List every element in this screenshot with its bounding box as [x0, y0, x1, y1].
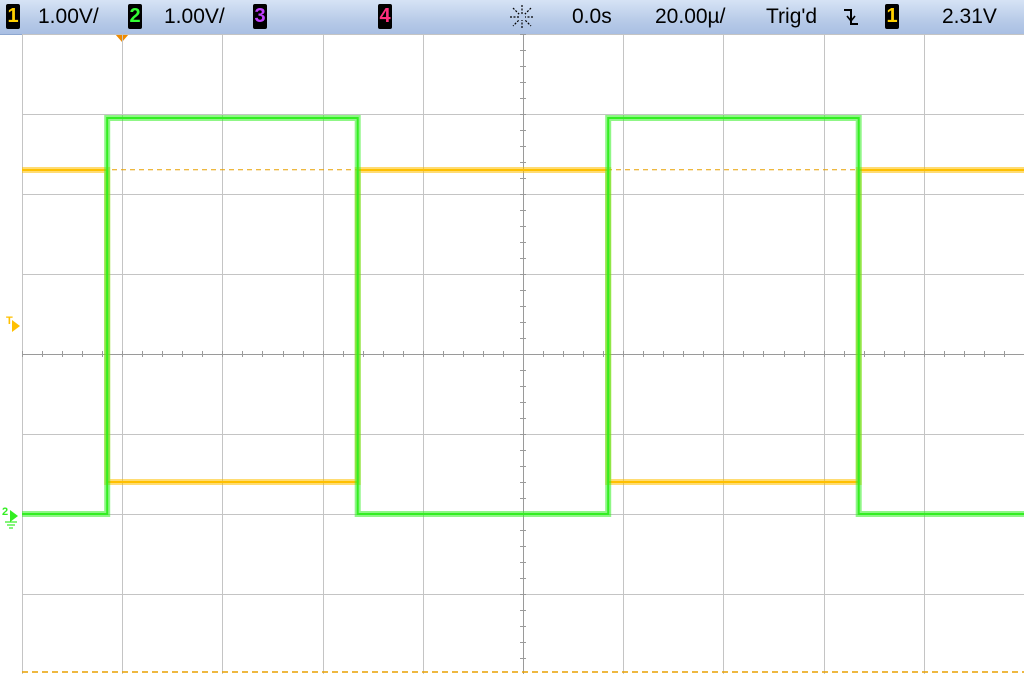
channel-1-badge[interactable]: 1 [6, 4, 20, 29]
channel-3-badge[interactable]: 3 [253, 4, 267, 29]
time-offset[interactable]: 0.0s [572, 4, 612, 30]
status-bar: 1 1.00V/ 2 1.00V/ 3 4 0.0s 20.00µ/ Trig'… [0, 0, 1024, 35]
trigger-level-marker[interactable]: T [6, 315, 22, 333]
falling-edge-icon[interactable] [843, 6, 859, 28]
trigger-level[interactable]: 2.31V [942, 4, 997, 30]
channel-2-ground-label: 2 [2, 506, 9, 518]
trigger-source-badge[interactable]: 1 [885, 4, 899, 29]
starburst-icon[interactable] [507, 3, 537, 31]
channel-2-ground-marker[interactable]: 2 [2, 506, 20, 530]
trigger-status: Trig'd [766, 5, 818, 28]
channel-2-badge[interactable]: 2 [128, 4, 142, 29]
channel-2-scale[interactable]: 1.00V/ [164, 4, 225, 30]
waveform-display[interactable] [22, 34, 1024, 674]
graticule [22, 34, 1024, 674]
channel-1-scale[interactable]: 1.00V/ [38, 4, 99, 30]
channel-4-badge[interactable]: 4 [378, 4, 392, 29]
timebase[interactable]: 20.00µ/ [655, 4, 726, 30]
